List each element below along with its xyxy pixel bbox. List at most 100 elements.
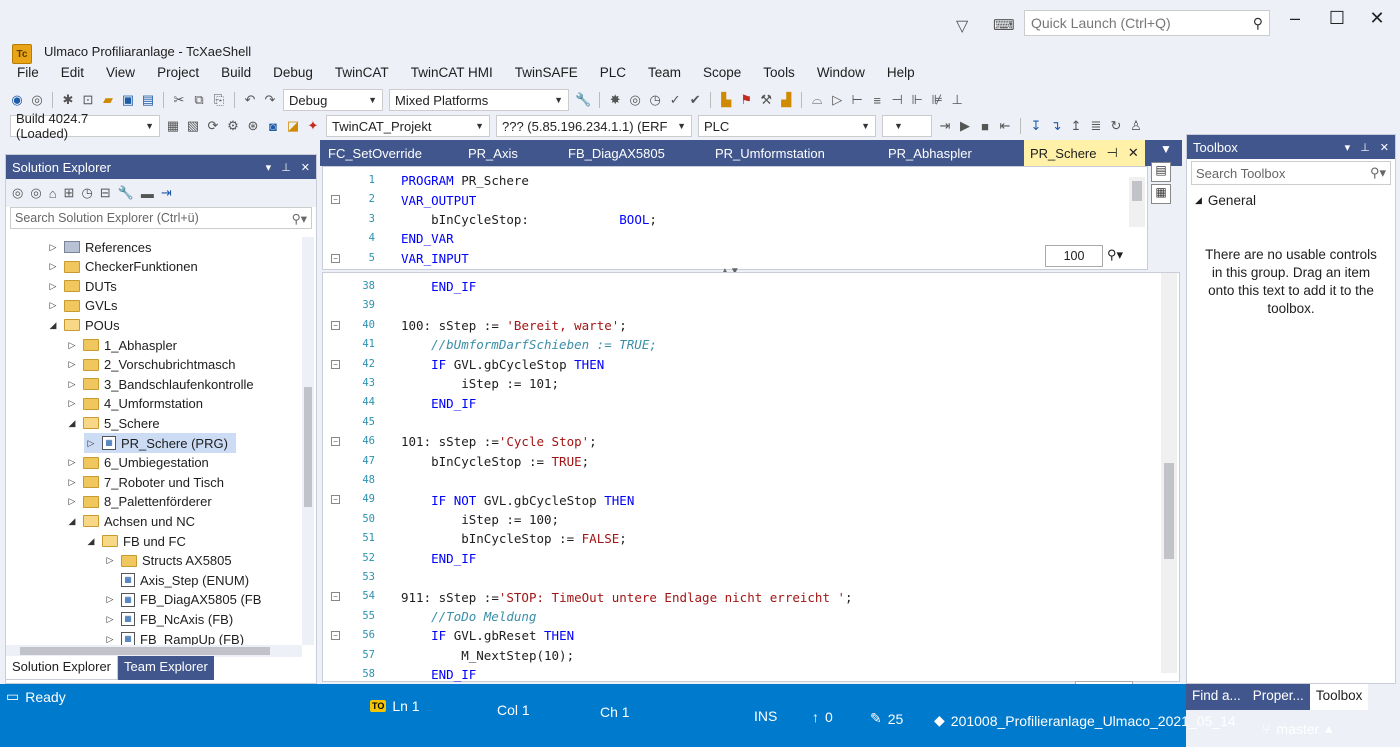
- tree-item[interactable]: ▷ 8_Palettenförderer: [65, 492, 212, 512]
- debug-icon[interactable]: ✸: [608, 92, 622, 108]
- menu-item-twincat-hmi[interactable]: TwinCAT HMI: [400, 65, 504, 80]
- new-project-icon[interactable]: ✱: [61, 92, 75, 108]
- fold-toggle-icon[interactable]: −: [331, 359, 340, 369]
- tree-item[interactable]: ◢ 5_Schere: [65, 413, 160, 433]
- code-line[interactable]: M_NextStep (10);: [401, 646, 574, 665]
- expander-icon[interactable]: ▷: [103, 594, 117, 605]
- tree-vertical-scrollbar[interactable]: [302, 237, 314, 645]
- code-line[interactable]: //ToDo Meldung: [401, 607, 536, 626]
- fold-toggle-icon[interactable]: −: [331, 253, 340, 263]
- stop-icon[interactable]: ✦: [306, 118, 320, 134]
- tree-item[interactable]: ◢ FB und FC: [84, 531, 186, 551]
- tools-icon[interactable]: ⚒: [759, 92, 773, 108]
- code-line[interactable]: 100: sStep := 'Bereit, warte';: [401, 316, 627, 335]
- dropdown-icon[interactable]: ▾: [266, 161, 272, 174]
- code-line[interactable]: bInCycleStop: BOOL;: [401, 210, 657, 229]
- table-view-icon[interactable]: ▦: [1151, 184, 1171, 204]
- properties-icon[interactable]: 🔧: [118, 185, 134, 201]
- tree-item[interactable]: ▦ Axis_Step (ENUM): [103, 570, 249, 590]
- tree-item[interactable]: ▷ ▦ FB_NcAxis (FB): [103, 609, 234, 629]
- breakpoints-icon[interactable]: ≣: [1089, 118, 1103, 134]
- expander-icon[interactable]: ▷: [65, 496, 79, 507]
- tree-item[interactable]: ▷ 3_Bandschlaufenkontrolle: [65, 374, 254, 394]
- close-icon[interactable]: ✕: [1380, 141, 1389, 154]
- menu-item-file[interactable]: File: [6, 65, 50, 80]
- instance-select[interactable]: ▼: [882, 115, 932, 137]
- expander-icon[interactable]: ▷: [65, 340, 79, 351]
- fold-toggle-icon[interactable]: −: [331, 195, 340, 205]
- tree-item[interactable]: ◢ POUs: [46, 315, 120, 335]
- code-line[interactable]: iStep := 101;: [401, 374, 559, 393]
- reset-icon[interactable]: ↻: [1109, 118, 1123, 134]
- menu-item-debug[interactable]: Debug: [262, 65, 324, 80]
- tab-pr-schere[interactable]: PR_Schere ⊣ ✕: [1024, 140, 1145, 166]
- add-item-icon[interactable]: ⊡: [81, 92, 95, 108]
- toolbox-search-input[interactable]: Search Toolbox ⚲▾: [1191, 161, 1391, 185]
- scrollbar-thumb[interactable]: [20, 647, 270, 655]
- activate-config-icon[interactable]: ▙: [719, 92, 733, 108]
- back-icon[interactable]: ◎: [12, 185, 23, 201]
- fold-toggle-icon[interactable]: −: [331, 592, 340, 602]
- menu-item-build[interactable]: Build: [210, 65, 262, 80]
- status-branch[interactable]: ⑂ master ▴: [1262, 720, 1332, 737]
- expander-icon[interactable]: ▷: [46, 281, 60, 292]
- cut-icon[interactable]: ✂: [172, 92, 186, 108]
- check-icon[interactable]: ✓: [668, 92, 682, 108]
- expander-icon[interactable]: ◢: [65, 516, 79, 527]
- build-select[interactable]: Build 4024.7 (Loaded) ▼: [10, 111, 160, 141]
- declaration-editor[interactable]: 1 PROGRAM PR_Schere 2 − VAR_OUTPUT 3 bInCycle…: [322, 166, 1148, 270]
- plc-select[interactable]: PLC ▼: [698, 115, 876, 137]
- user-icon[interactable]: ♙: [1129, 118, 1143, 134]
- expander-icon[interactable]: ▷: [46, 300, 60, 311]
- code-line[interactable]: IF GVL. gbCycleStop THEN: [401, 355, 604, 374]
- check-all-icon[interactable]: ✔: [688, 92, 702, 108]
- tree-item[interactable]: ▷ References: [46, 237, 152, 257]
- tab-find[interactable]: Find a...: [1186, 684, 1247, 710]
- play-icon[interactable]: ▷: [830, 92, 844, 108]
- tab-properties[interactable]: Proper...: [1246, 684, 1310, 710]
- scrollbar-thumb[interactable]: [1164, 463, 1174, 559]
- refresh-icon[interactable]: ⟳: [206, 118, 220, 134]
- close-button[interactable]: ✕: [1362, 8, 1392, 29]
- config-icon[interactable]: ◪: [286, 118, 300, 134]
- minus-icon[interactable]: ▬: [141, 186, 154, 201]
- scrollbar-thumb[interactable]: [1132, 181, 1142, 201]
- paste-icon[interactable]: ⎘: [212, 92, 226, 108]
- menu-item-plc[interactable]: PLC: [589, 65, 637, 80]
- zoom-level-top[interactable]: 100: [1045, 245, 1103, 267]
- step-over-icon[interactable]: ↧: [1029, 118, 1043, 134]
- tree-item[interactable]: ▷ 1_Abhaspler: [65, 335, 177, 355]
- minimize-button[interactable]: ‒: [1280, 8, 1310, 29]
- tree-item[interactable]: ▷ Structs AX5805: [103, 551, 232, 571]
- declaration-scrollbar[interactable]: [1129, 177, 1145, 227]
- expander-icon[interactable]: ▷: [46, 261, 60, 272]
- tab-pr-axis[interactable]: PR_Axis: [468, 146, 518, 161]
- code-line[interactable]: VAR_INPUT: [401, 249, 469, 268]
- expander-icon[interactable]: ▷: [65, 398, 79, 409]
- tree-item[interactable]: ▷ 4_Umformstation: [65, 394, 203, 414]
- tab-team-explorer[interactable]: Team Explorer: [118, 656, 214, 680]
- forward-icon[interactable]: ◎: [30, 185, 41, 201]
- logout-icon[interactable]: ⇤: [998, 118, 1012, 134]
- wrench-icon[interactable]: 🔧: [575, 92, 591, 108]
- expander-icon[interactable]: ▷: [46, 242, 60, 253]
- code-line[interactable]: 101: sStep := 'Cycle Stop';: [401, 432, 597, 451]
- fold-toggle-icon[interactable]: −: [331, 495, 340, 505]
- save-icon[interactable]: ▣: [121, 92, 135, 108]
- target-select[interactable]: ??? (5.85.196.234.1.1) (ERF ▼: [496, 115, 692, 137]
- expander-icon[interactable]: ▷: [103, 634, 117, 645]
- close-icon[interactable]: ✕: [1128, 145, 1139, 161]
- code-line[interactable]: END_IF: [401, 277, 476, 296]
- toolbox-group-general[interactable]: ◢ General: [1187, 187, 1395, 214]
- tab-solution-explorer[interactable]: Solution Explorer: [5, 656, 118, 680]
- coil-icon[interactable]: ⊣: [890, 92, 904, 108]
- tree-item[interactable]: ▷ ▦ FB_RampUp (FB): [103, 629, 244, 645]
- scan-icon[interactable]: ▧: [186, 118, 200, 134]
- expander-icon[interactable]: ◢: [46, 320, 60, 331]
- code-line[interactable]: END_IF: [401, 665, 476, 684]
- tab-fc-setoverride[interactable]: FC_SetOverride: [328, 146, 422, 161]
- clock-icon[interactable]: ◷: [648, 92, 662, 108]
- implementation-editor[interactable]: 38 END_IF 39 40 − 100: sStep := 'Bereit, war…: [322, 272, 1180, 703]
- code-line[interactable]: PROGRAM PR_Schere: [401, 171, 529, 190]
- tree-item[interactable]: ▷ ▦ FB_DiagAX5805 (FB: [103, 590, 262, 610]
